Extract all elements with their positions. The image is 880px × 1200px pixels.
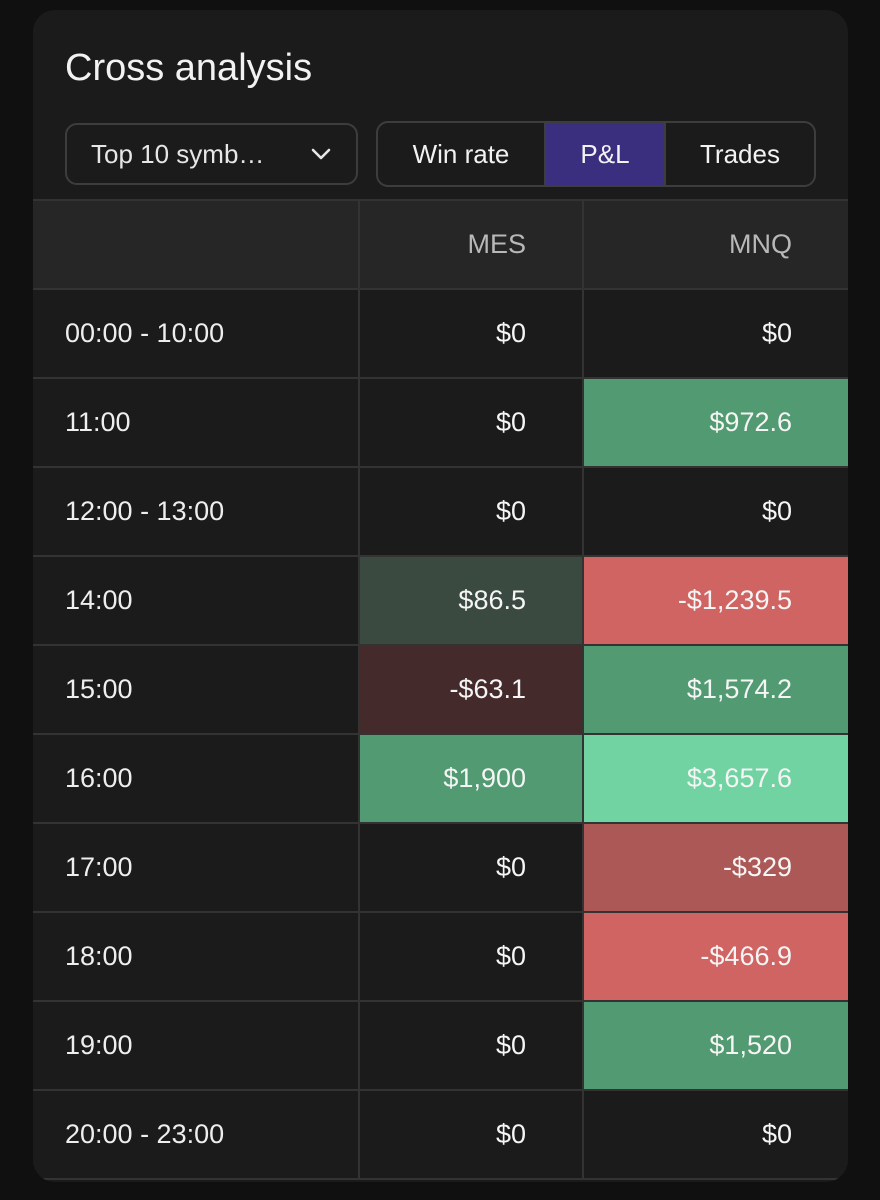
cell-mes-value[interactable]: $0: [358, 1089, 584, 1180]
cell-mes-value[interactable]: -$63.1: [358, 644, 584, 735]
row-time-label: 15:00: [33, 644, 360, 735]
cell-mes-value[interactable]: $0: [358, 377, 584, 468]
column-header-mnq: MNQ: [582, 199, 848, 290]
table-row: 18:00 $0 -$466.9: [33, 911, 848, 1002]
cross-analysis-table: MES MNQ 00:00 - 10:00 $0 $0 11:00 $0 $972.6 12…: [33, 199, 848, 1180]
metric-segmented-control: Win rate P&L Trades: [376, 121, 816, 187]
table-row: 19:00 $0 $1,520: [33, 1000, 848, 1091]
symbol-filter-value: Top 10 symb…: [91, 138, 265, 169]
cell-mes-value[interactable]: $1,900: [358, 733, 584, 824]
cell-mnq-value[interactable]: -$1,239.5: [582, 555, 848, 646]
row-time-label: 16:00: [33, 733, 360, 824]
table-row: 20:00 - 23:00 $0 $0: [33, 1089, 848, 1180]
cell-mnq-value[interactable]: -$329: [582, 822, 848, 913]
cross-analysis-card: Cross analysis Top 10 symb… Win rate P&L…: [33, 10, 848, 1182]
table-row: 17:00 $0 -$329: [33, 822, 848, 913]
cell-mnq-value[interactable]: -$466.9: [582, 911, 848, 1002]
cell-mes-value[interactable]: $0: [358, 288, 584, 379]
cell-mnq-value[interactable]: $972.6: [582, 377, 848, 468]
row-time-label: 17:00: [33, 822, 360, 913]
cell-mnq-value[interactable]: $0: [582, 288, 848, 379]
row-time-label: 19:00: [33, 1000, 360, 1091]
cell-mes-value[interactable]: $0: [358, 466, 584, 557]
row-time-label: 18:00: [33, 911, 360, 1002]
row-time-label: 00:00 - 10:00: [33, 288, 360, 379]
table-row: 16:00 $1,900 $3,657.6: [33, 733, 848, 824]
table-row: 14:00 $86.5 -$1,239.5: [33, 555, 848, 646]
table-row: 12:00 - 13:00 $0 $0: [33, 466, 848, 557]
table-header-row: MES MNQ: [33, 199, 848, 290]
row-time-label: 20:00 - 23:00: [33, 1089, 360, 1180]
cell-mnq-value[interactable]: $1,574.2: [582, 644, 848, 735]
cell-mnq-value[interactable]: $3,657.6: [582, 733, 848, 824]
card-title: Cross analysis: [65, 47, 313, 89]
row-time-label: 11:00: [33, 377, 360, 468]
cell-mnq-value[interactable]: $1,520: [582, 1000, 848, 1091]
cell-mes-value[interactable]: $86.5: [358, 555, 584, 646]
table-row: 00:00 - 10:00 $0 $0: [33, 288, 848, 379]
cell-mes-value[interactable]: $0: [358, 822, 584, 913]
cell-mnq-value[interactable]: $0: [582, 1089, 848, 1180]
chevron-down-icon: [310, 143, 332, 165]
cell-mes-value[interactable]: $0: [358, 1000, 584, 1091]
tab-pnl[interactable]: P&L: [546, 123, 664, 185]
tab-trades[interactable]: Trades: [664, 123, 814, 185]
table-row: 11:00 $0 $972.6: [33, 377, 848, 468]
table-row: 15:00 -$63.1 $1,574.2: [33, 644, 848, 735]
symbol-filter-dropdown[interactable]: Top 10 symb…: [65, 123, 358, 185]
tab-win-rate[interactable]: Win rate: [378, 123, 546, 185]
cell-mes-value[interactable]: $0: [358, 911, 584, 1002]
header-corner: [33, 199, 360, 290]
column-header-mes: MES: [358, 199, 584, 290]
row-time-label: 12:00 - 13:00: [33, 466, 360, 557]
cell-mnq-value[interactable]: $0: [582, 466, 848, 557]
row-time-label: 14:00: [33, 555, 360, 646]
